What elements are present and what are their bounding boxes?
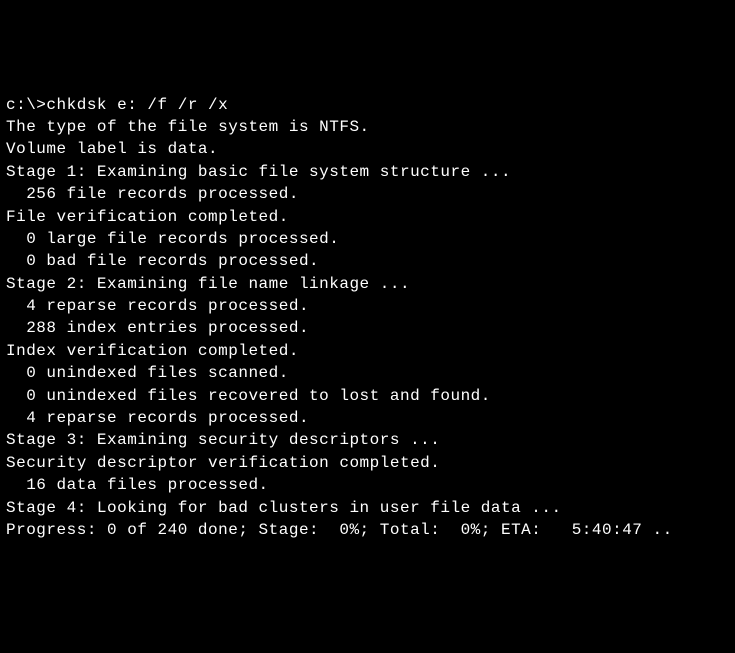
terminal-line: The type of the file system is NTFS. (6, 116, 729, 138)
terminal-line: Progress: 0 of 240 done; Stage: 0%; Tota… (6, 519, 729, 541)
terminal-line: 4 reparse records processed. (6, 407, 729, 429)
terminal-line: Volume label is data. (6, 138, 729, 160)
terminal-line: 0 bad file records processed. (6, 250, 729, 272)
terminal-line: 16 data files processed. (6, 474, 729, 496)
terminal-line: 288 index entries processed. (6, 317, 729, 339)
terminal-line: 256 file records processed. (6, 183, 729, 205)
terminal-line: Stage 4: Looking for bad clusters in use… (6, 497, 729, 519)
terminal-output: c:\>chkdsk e: /f /r /xThe type of the fi… (6, 94, 729, 542)
terminal-line: 0 unindexed files scanned. (6, 362, 729, 384)
terminal-line: 0 unindexed files recovered to lost and … (6, 385, 729, 407)
terminal-line: Stage 3: Examining security descriptors … (6, 429, 729, 451)
terminal-line: File verification completed. (6, 206, 729, 228)
terminal-line: 0 large file records processed. (6, 228, 729, 250)
terminal-line: Stage 2: Examining file name linkage ... (6, 273, 729, 295)
terminal-line: Security descriptor verification complet… (6, 452, 729, 474)
terminal-line: Index verification completed. (6, 340, 729, 362)
terminal-line: 4 reparse records processed. (6, 295, 729, 317)
terminal-line: Stage 1: Examining basic file system str… (6, 161, 729, 183)
terminal-line: c:\>chkdsk e: /f /r /x (6, 94, 729, 116)
